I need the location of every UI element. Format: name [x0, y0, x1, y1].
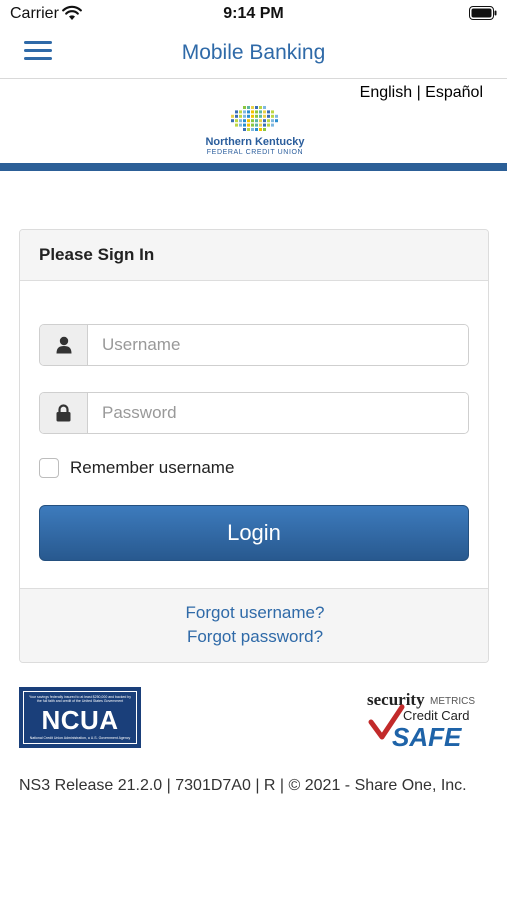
logo-tile — [247, 110, 250, 114]
logo-tile — [259, 128, 262, 131]
logo-tile — [251, 110, 254, 114]
logo-tile — [243, 123, 246, 127]
status-time: 9:14 PM — [223, 5, 284, 22]
logo-tile — [275, 114, 278, 118]
logo-tile — [255, 119, 258, 123]
logo-tile — [243, 128, 246, 131]
nav-bar: Mobile Banking — [0, 28, 507, 79]
logo-tile — [259, 110, 262, 114]
logo-tile — [263, 128, 266, 131]
logo-tile — [243, 119, 246, 123]
logo-tile — [271, 110, 274, 114]
logo-tile — [263, 119, 266, 123]
logo-tile — [251, 114, 254, 118]
user-icon — [40, 325, 88, 365]
logo-tile — [259, 119, 262, 123]
logo-tile — [255, 114, 258, 118]
logo-tile — [239, 123, 242, 127]
forgot-password-link[interactable]: Forgot password? — [20, 627, 488, 647]
logo-tile — [267, 119, 270, 123]
logo-tile — [243, 114, 246, 118]
login-button[interactable]: Login — [39, 505, 469, 561]
logo-tile — [247, 106, 250, 109]
logo-tile — [247, 128, 250, 131]
logo-tile — [259, 114, 262, 118]
logo-tile — [259, 123, 262, 127]
lock-icon — [40, 393, 88, 433]
logo-subtitle: FEDERAL CREDIT UNION — [206, 149, 304, 156]
ncua-agency-text: National Credit Union Administration, a … — [29, 736, 131, 740]
logo-tile — [251, 123, 254, 127]
logo-tile — [235, 110, 238, 114]
remember-username-label[interactable]: Remember username — [70, 458, 234, 478]
logo-tile — [247, 119, 250, 123]
logo-tile — [239, 119, 242, 123]
secmetrics-metrics-text: METRICS — [430, 696, 475, 707]
sign-in-panel: Please Sign In Remember username Login F… — [19, 229, 489, 663]
logo-tile — [271, 114, 274, 118]
release-footer: NS3 Release 21.2.0 | 7301D7A0 | R | © 20… — [19, 777, 467, 794]
logo-tile — [263, 110, 266, 114]
remember-username-row: Remember username — [39, 457, 234, 479]
logo-tile — [271, 123, 274, 127]
logo-tile — [239, 110, 242, 114]
secmetrics-security-text: security — [367, 690, 425, 709]
ncua-insurance-text: Your savings federally insured to at lea… — [28, 695, 132, 703]
logo-tile — [243, 110, 246, 114]
forgot-username-link[interactable]: Forgot username? — [20, 603, 488, 623]
logo-tile — [251, 119, 254, 123]
logo-tile — [263, 114, 266, 118]
username-input[interactable] — [88, 325, 468, 365]
password-input-group — [39, 392, 469, 434]
logo-tile — [267, 123, 270, 127]
logo-tile — [251, 106, 254, 109]
panel-heading: Please Sign In — [20, 230, 488, 281]
lang-separator: | — [412, 84, 426, 101]
panel-footer: Forgot username? Forgot password? — [20, 588, 488, 662]
logo-tile — [235, 123, 238, 127]
language-switcher: English | Español — [360, 84, 483, 102]
logo-tile — [235, 114, 238, 118]
nav-title: Mobile Banking — [181, 41, 326, 64]
logo-name: Northern Kentucky — [205, 136, 305, 148]
logo-tile — [231, 114, 234, 118]
credit-union-logo: Northern Kentucky FEDERAL CREDIT UNION — [203, 105, 307, 161]
remember-username-checkbox[interactable] — [39, 458, 59, 478]
ncua-badge: Your savings federally insured to at lea… — [19, 687, 141, 748]
password-input[interactable] — [88, 393, 468, 433]
logo-tile — [255, 123, 258, 127]
logo-tile — [267, 110, 270, 114]
securitymetrics-badge: security METRICS Credit Card SAFE — [367, 690, 475, 749]
logo-tile — [255, 106, 258, 109]
site-header: English | Español Northern Kentucky FEDE… — [0, 79, 507, 165]
logo-tile — [235, 119, 238, 123]
logo-tile — [271, 119, 274, 123]
logo-tile — [275, 119, 278, 123]
logo-tile — [239, 114, 242, 118]
secmetrics-safe-text: SAFE — [392, 722, 462, 749]
logo-tile — [263, 106, 266, 109]
logo-tile — [231, 119, 234, 123]
lang-spanish-link[interactable]: Español — [425, 84, 483, 101]
battery-icon — [469, 6, 497, 20]
secmetrics-credit-text: Credit Card — [403, 708, 469, 723]
lang-english-link[interactable]: English — [360, 84, 412, 101]
logo-tile — [247, 114, 250, 118]
logo-tile — [267, 114, 270, 118]
username-input-group — [39, 324, 469, 366]
logo-mosaic-icon — [231, 106, 278, 131]
logo-tile — [251, 128, 254, 131]
logo-tile — [255, 128, 258, 131]
ncua-logo-text: NCUA — [41, 705, 119, 735]
logo-tile — [259, 106, 262, 109]
logo-tile — [247, 123, 250, 127]
status-bar: Carrier 9:14 PM — [0, 0, 507, 28]
header-divider — [0, 163, 507, 171]
logo-tile — [263, 123, 266, 127]
logo-tile — [255, 110, 258, 114]
logo-tile — [243, 106, 246, 109]
